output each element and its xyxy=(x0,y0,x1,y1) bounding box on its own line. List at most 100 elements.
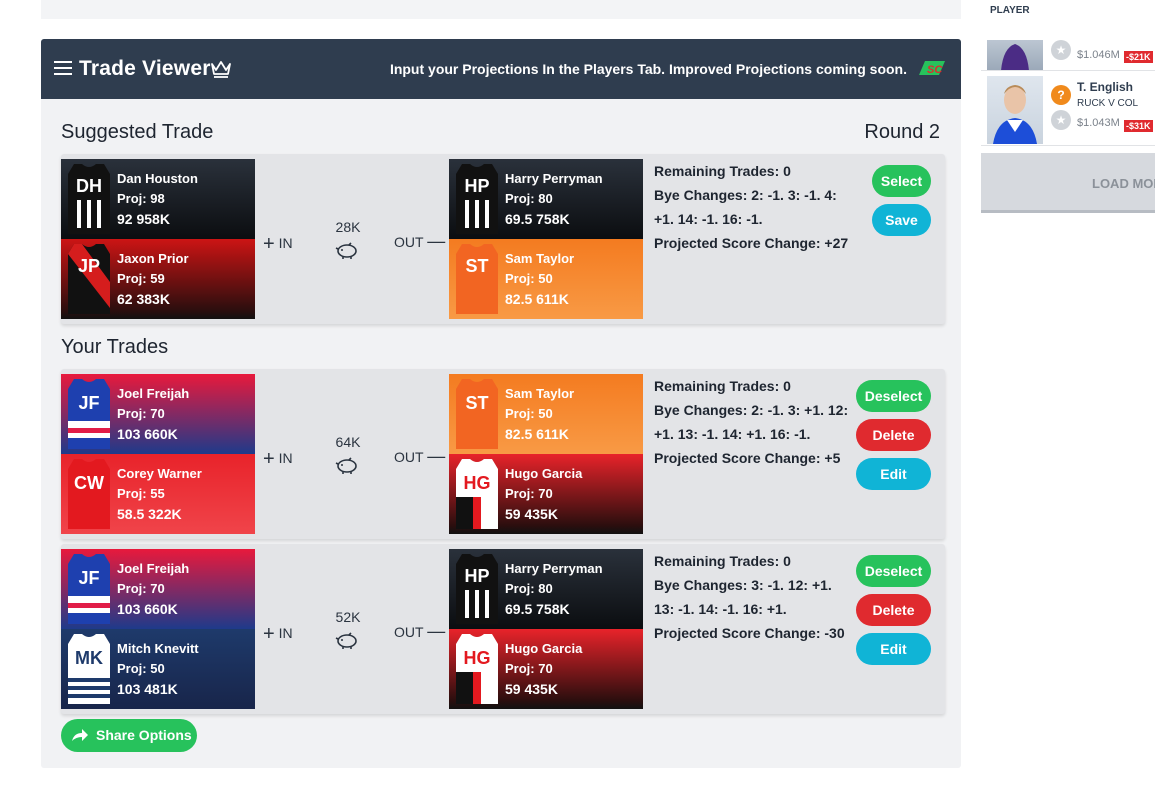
player-card-out[interactable]: HP Harry Perryman Proj: 80 69.5 758K xyxy=(449,159,643,239)
player-card-in[interactable]: JF Joel Freijah Proj: 70 103 660K xyxy=(61,374,255,454)
edit-button[interactable]: Edit xyxy=(856,458,931,490)
trade-viewer-header: Trade Viewer Input your Projections In t… xyxy=(41,39,961,99)
jersey-icon: ST xyxy=(456,379,498,449)
svg-text:HG: HG xyxy=(464,473,491,493)
svg-text:JP: JP xyxy=(78,256,100,276)
player-card-in[interactable]: DH Dan Houston Proj: 98 92 958K xyxy=(61,159,255,239)
in-label: + IN xyxy=(263,233,293,255)
svg-text:JF: JF xyxy=(78,393,99,413)
player-card-in[interactable]: JP Jaxon Prior Proj: 59 62 383K xyxy=(61,239,255,319)
your-trade-row: JF Joel Freijah Proj: 70 103 660K MK Mit… xyxy=(61,544,945,714)
player-projection: Proj: 80 xyxy=(505,581,553,596)
suggested-trade-row: DH Dan Houston Proj: 98 92 958K JP Jaxon… xyxy=(61,154,945,324)
player-price: 58.5 322K xyxy=(117,506,182,522)
round-label: Round 2 xyxy=(864,121,940,143)
player-name: Jaxon Prior xyxy=(117,251,189,266)
player-projection: Proj: 50 xyxy=(505,406,553,421)
svg-text:ST: ST xyxy=(465,256,488,276)
suggested-trade-title: Suggested Trade xyxy=(61,121,214,143)
player-projection: Proj: 70 xyxy=(505,661,553,676)
player-projection: Proj: 70 xyxy=(117,581,165,596)
trade-viewer-panel: Trade Viewer Input your Projections In t… xyxy=(41,39,961,768)
avatar xyxy=(987,40,1043,70)
jersey-icon: CW xyxy=(68,459,110,529)
jersey-icon: HG xyxy=(456,634,498,704)
star-icon[interactable]: ★ xyxy=(1051,110,1071,130)
share-options-label: Share Options xyxy=(96,727,192,743)
previous-panel xyxy=(41,0,961,19)
piggy-bank-icon xyxy=(335,242,357,259)
crown-icon xyxy=(211,61,231,78)
out-label: OUT — xyxy=(394,446,446,466)
logo-text: SC xyxy=(927,64,943,76)
player-price: $1.046M xyxy=(1077,49,1120,61)
player-card-out[interactable]: ST Sam Taylor Proj: 50 82.5 611K xyxy=(449,374,643,454)
svg-text:ST: ST xyxy=(465,393,488,413)
deselect-button[interactable]: Deselect xyxy=(856,555,931,587)
price-change-badge: -$31K xyxy=(1124,120,1153,132)
player-card-in[interactable]: CW Corey Warner Proj: 55 58.5 322K xyxy=(61,454,255,534)
player-price: 69.5 758K xyxy=(505,211,570,227)
load-more-button[interactable]: LOAD MORE xyxy=(981,153,1155,213)
player-projection: Proj: 59 xyxy=(117,271,165,286)
svg-text:MK: MK xyxy=(75,648,103,668)
minus-icon: — xyxy=(427,231,446,251)
jersey-icon: HP xyxy=(456,554,498,624)
deselect-button[interactable]: Deselect xyxy=(856,380,931,412)
jersey-icon: MK xyxy=(68,634,110,704)
jersey-icon: JF xyxy=(68,379,110,449)
edit-button[interactable]: Edit xyxy=(856,633,931,665)
delete-button[interactable]: Delete xyxy=(856,419,931,451)
player-card-in[interactable]: JF Joel Freijah Proj: 70 103 660K xyxy=(61,549,255,629)
svg-text:HP: HP xyxy=(464,566,489,586)
select-button[interactable]: Select xyxy=(872,165,931,197)
player-card-out[interactable]: HG Hugo Garcia Proj: 70 59 435K xyxy=(449,629,643,709)
star-icon[interactable]: ★ xyxy=(1051,40,1071,60)
player-projection: Proj: 80 xyxy=(505,191,553,206)
your-trades-title: Your Trades xyxy=(61,336,169,358)
price-change-badge: -$21K xyxy=(1124,51,1153,63)
save-button[interactable]: Save xyxy=(872,204,931,236)
svg-text:HG: HG xyxy=(464,648,491,668)
piggy-bank-icon xyxy=(335,457,357,474)
player-price: 103 481K xyxy=(117,681,178,697)
player-name: Sam Taylor xyxy=(505,386,575,401)
player-projection: Proj: 55 xyxy=(117,486,165,501)
avatar xyxy=(987,76,1043,144)
player-name: Harry Perryman xyxy=(505,171,603,186)
minus-icon: — xyxy=(427,621,446,641)
plus-icon: + xyxy=(263,233,275,255)
brand-logo: SC xyxy=(919,61,945,76)
player-projection: Proj: 70 xyxy=(505,486,553,501)
piggy-bank-icon xyxy=(335,632,357,649)
player-card-out[interactable]: HP Harry Perryman Proj: 80 69.5 758K xyxy=(449,549,643,629)
player-card-out[interactable]: HG Hugo Garcia Proj: 70 59 435K xyxy=(449,454,643,534)
out-label: OUT — xyxy=(394,621,446,641)
header-message: Input your Projections In the Players Ta… xyxy=(389,61,907,77)
player-name: T. English xyxy=(1077,80,1134,94)
player-price: 82.5 611K xyxy=(505,426,569,442)
cash-difference: 64K xyxy=(335,434,361,450)
svg-text:JF: JF xyxy=(78,568,99,588)
player-card-in[interactable]: MK Mitch Knevitt Proj: 50 103 481K xyxy=(61,629,255,709)
minus-icon: — xyxy=(427,446,446,466)
player-name: Joel Freijah xyxy=(117,561,190,576)
share-icon xyxy=(72,729,88,741)
player-list-item[interactable]: ★ $1.046M -$21K xyxy=(981,40,1155,71)
question-badge[interactable]: ? xyxy=(1051,85,1071,105)
player-name: Joel Freijah xyxy=(117,386,190,401)
player-name: Mitch Knevitt xyxy=(117,641,199,656)
page-title: Trade Viewer xyxy=(79,57,211,80)
player-price: 82.5 611K xyxy=(505,291,569,307)
player-list-item[interactable]: ? ★ T. English RUCK V COL $1.043M -$31K xyxy=(981,72,1155,146)
share-options-button[interactable]: Share Options xyxy=(61,719,197,752)
jersey-icon: JP xyxy=(68,244,110,314)
cash-difference: 52K xyxy=(335,609,361,625)
out-label: OUT — xyxy=(394,231,446,251)
svg-text:HP: HP xyxy=(464,176,489,196)
player-card-out[interactable]: ST Sam Taylor Proj: 50 82.5 611K xyxy=(449,239,643,319)
your-trade-row: JF Joel Freijah Proj: 70 103 660K CW Cor… xyxy=(61,369,945,539)
delete-button[interactable]: Delete xyxy=(856,594,931,626)
plus-icon: + xyxy=(263,448,275,470)
menu-icon[interactable] xyxy=(54,61,72,76)
